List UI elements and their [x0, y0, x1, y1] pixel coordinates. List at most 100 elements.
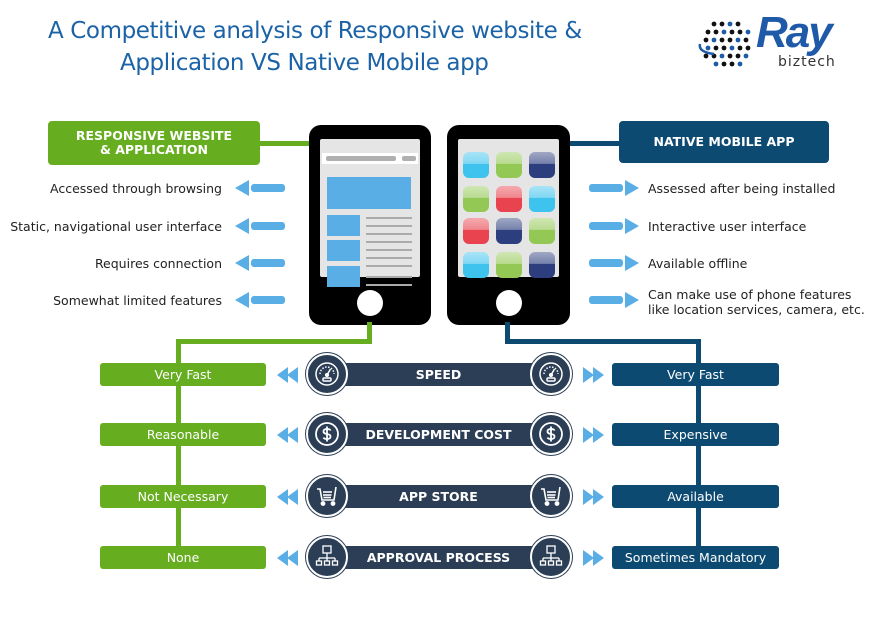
responsive-value: Very Fast — [100, 363, 266, 386]
raybiztech-logo: Ray biztech — [694, 8, 864, 72]
connector-line — [176, 339, 372, 344]
logo-dot — [735, 53, 741, 59]
shopping-cart-icon — [530, 475, 572, 517]
double-arrow-right-icon — [583, 427, 604, 443]
native-mobile-app-header: NATIVE MOBILE APP — [619, 121, 829, 163]
connector-line — [568, 141, 620, 146]
arrow-right-icon — [589, 292, 639, 308]
responsive-feature-item: Requires connection — [94, 256, 222, 271]
dollar-icon — [530, 413, 572, 455]
app-icon — [496, 218, 522, 244]
app-icon — [463, 218, 489, 244]
arrow-right-icon — [589, 218, 639, 234]
logo-dot — [705, 45, 711, 51]
logo-dot — [719, 37, 725, 43]
dollar-icon — [306, 413, 348, 455]
speedometer-icon — [306, 353, 348, 395]
responsive-website-header: RESPONSIVE WEBSITE & APPLICATION — [48, 121, 260, 165]
criterion-label: APP STORE — [340, 485, 537, 508]
logo-dot — [711, 21, 717, 27]
app-icon — [463, 186, 489, 212]
responsive-value: Not Necessary — [100, 485, 266, 508]
responsive-feature-item: Accessed through browsing — [50, 181, 222, 196]
native-value: Sometimes Mandatory — [612, 546, 779, 569]
logo-dot — [713, 45, 719, 51]
logo-dot — [729, 61, 735, 67]
responsive-value: None — [100, 546, 266, 569]
text-line — [366, 257, 412, 259]
double-arrow-right-icon — [583, 489, 604, 505]
arrow-right-icon — [589, 255, 639, 271]
arrow-left-icon — [235, 180, 285, 196]
logo-dot — [743, 37, 749, 43]
native-feature-line-2: like location services, camera, etc. — [648, 302, 865, 317]
logo-dot — [737, 45, 743, 51]
native-value: Available — [612, 485, 779, 508]
native-value: Expensive — [612, 423, 779, 446]
app-icon — [463, 252, 489, 278]
text-line — [366, 284, 412, 286]
logo-dot — [727, 37, 733, 43]
app-icon — [529, 218, 555, 244]
criterion-label: DEVELOPMENT COST — [340, 423, 537, 446]
logo-dot — [719, 53, 725, 59]
logo-dot — [719, 21, 725, 27]
logo-dot — [745, 45, 751, 51]
thumbnail-block — [327, 266, 360, 287]
native-value: Very Fast — [612, 363, 779, 386]
app-icon — [529, 186, 555, 212]
native-feature-line-1: Can make use of phone features — [648, 287, 852, 302]
connector-line — [260, 141, 312, 146]
app-icon — [496, 252, 522, 278]
responsive-header-line-1: RESPONSIVE WEBSITE — [75, 127, 233, 143]
browser-address-bar — [322, 153, 418, 164]
responsive-phone-illustration — [309, 125, 431, 325]
text-line — [366, 217, 412, 219]
logo-dot — [729, 29, 735, 35]
text-line — [366, 249, 412, 251]
home-button-icon — [495, 290, 522, 316]
logo-dot — [735, 37, 741, 43]
app-icon — [496, 152, 522, 178]
responsive-header-line-2: & APPLICATION — [99, 142, 208, 157]
native-phone-illustration — [447, 125, 570, 325]
logo-dot — [705, 29, 711, 35]
text-line — [366, 276, 412, 278]
page-title-line-2: Application VS Native Mobile app — [120, 50, 489, 76]
logo-brand-text: Ray — [756, 8, 833, 57]
arrow-left-icon — [235, 255, 285, 271]
responsive-feature-item: Static, navigational user interface — [10, 219, 222, 234]
logo-dot — [735, 21, 741, 27]
text-line — [366, 241, 412, 243]
app-icon — [529, 252, 555, 278]
app-icon — [496, 186, 522, 212]
logo-dot — [721, 61, 727, 67]
connector-line — [505, 339, 701, 344]
app-icon — [463, 152, 489, 178]
criterion-label: SPEED — [340, 363, 537, 386]
arrow-left-icon — [235, 218, 285, 234]
page-title-line-1: A Competitive analysis of Responsive web… — [48, 18, 582, 44]
logo-dot — [745, 29, 751, 35]
logo-dot — [729, 45, 735, 51]
arrow-left-icon — [235, 292, 285, 308]
logo-dot — [737, 61, 743, 67]
logo-dot — [711, 37, 717, 43]
phone-screen — [458, 139, 559, 278]
text-line — [366, 225, 412, 227]
globe-dots-icon — [698, 21, 751, 67]
native-feature-item: Interactive user interface — [648, 219, 807, 234]
native-feature-item: Can make use of phone features like loca… — [648, 287, 865, 317]
double-arrow-left-icon — [277, 550, 298, 566]
responsive-value: Reasonable — [100, 423, 266, 446]
logo-dot — [703, 37, 709, 43]
thumbnail-block — [327, 240, 360, 261]
responsive-feature-item: Somewhat limited features — [53, 293, 222, 308]
logo-dot — [727, 21, 733, 27]
logo-dot — [737, 29, 743, 35]
arrow-right-icon — [589, 180, 639, 196]
double-arrow-right-icon — [583, 550, 604, 566]
logo-dot — [727, 53, 733, 59]
logo-dot — [743, 53, 749, 59]
logo-dot — [703, 53, 709, 59]
